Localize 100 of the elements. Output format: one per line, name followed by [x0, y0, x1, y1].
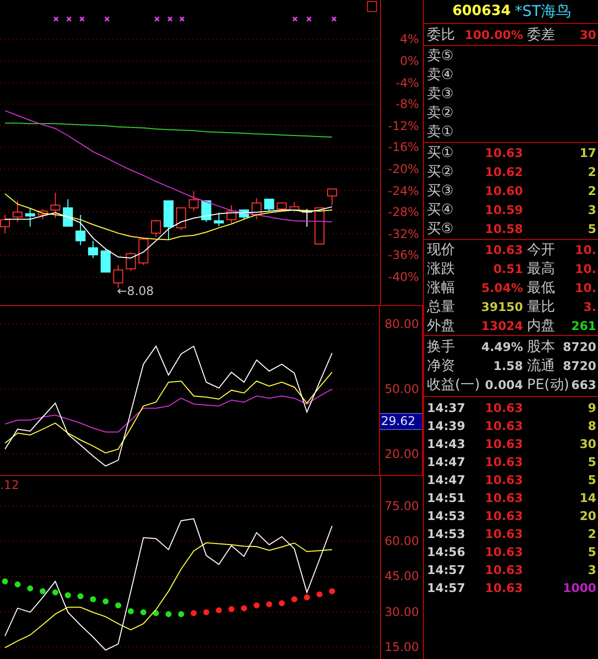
indicator-dot — [27, 585, 34, 592]
quote-value: 100.00% — [464, 28, 523, 40]
fundamental-value: 4.49% — [481, 341, 523, 353]
quote-label: 最高 — [527, 262, 555, 276]
stock-code: 600634 — [452, 2, 511, 21]
trade-volume: 1000 — [562, 582, 596, 594]
ask-level-label: 卖② — [427, 106, 454, 120]
signal-mark-icon — [331, 16, 337, 22]
trade-price: 10.63 — [485, 492, 523, 504]
axis-reading: 29.62 — [380, 413, 422, 430]
fundamental-label: 收益(一) — [427, 378, 480, 392]
candlestick — [126, 252, 136, 272]
trade-time: 14:39 — [427, 420, 466, 432]
bid-level-label: 买① — [427, 146, 454, 160]
indicator-dot — [52, 589, 58, 596]
bid-level-label: 买③ — [427, 184, 454, 198]
candlestick — [239, 210, 250, 220]
trade-volume: 3 — [588, 564, 596, 576]
candlestick — [12, 200, 23, 222]
quote-value: 10. — [575, 244, 596, 256]
trade-price: 10.63 — [485, 420, 523, 432]
axis-label: -16% — [388, 141, 419, 154]
fundamental-value: 0.004 — [485, 379, 523, 391]
indicator-dot — [152, 610, 159, 616]
candlestick — [201, 200, 212, 222]
trade-price: 10.63 — [485, 456, 523, 468]
quote-label: 今开 — [527, 242, 555, 256]
candlestick — [176, 207, 186, 230]
quote-value: 10.63 — [485, 244, 523, 256]
quote-label: 涨跌 — [427, 262, 455, 276]
signal-mark-icon — [167, 16, 173, 22]
trade-price: 10.63 — [485, 582, 523, 594]
indicator-dot — [241, 605, 248, 612]
axis-label: 45.00 — [384, 570, 419, 582]
trade-volume: 5 — [588, 474, 596, 486]
window-corner-icon — [367, 1, 377, 12]
indicator-dot — [64, 592, 71, 598]
quote-label: 最低 — [527, 280, 555, 294]
axis-label: -24% — [388, 184, 419, 197]
axis-label: 4% — [400, 33, 419, 46]
candlestick — [100, 248, 111, 273]
fundamental-label: 流通 — [527, 359, 555, 373]
fundamental-label: 换手 — [427, 340, 455, 354]
axis-label: 30.00 — [384, 606, 419, 618]
candlestick — [264, 198, 274, 212]
indicator-dot — [304, 594, 310, 600]
trade-volume: 2 — [588, 528, 596, 540]
signal-mark-icon — [66, 16, 72, 22]
quote-value: 13024 — [481, 320, 523, 332]
quote-value: 39150 — [481, 300, 523, 312]
fundamental-value: 8720 — [562, 360, 596, 372]
axis-label: -36% — [388, 249, 419, 262]
axis-label: -20% — [388, 162, 419, 175]
bid-level-label: 买④ — [427, 203, 454, 217]
axis-label: 80.00 — [384, 318, 419, 330]
indicator-dot — [128, 608, 134, 614]
trade-time: 14:53 — [427, 510, 466, 522]
trade-price: 10.63 — [485, 402, 523, 414]
trade-time: 14:56 — [427, 546, 466, 558]
trade-price: 10.63 — [485, 438, 523, 450]
trade-time: 14:53 — [427, 528, 466, 540]
trade-price: 10.63 — [485, 546, 523, 558]
indicator-dot — [115, 602, 122, 608]
candlestick — [188, 190, 199, 212]
trade-price: 10.63 — [485, 474, 523, 486]
bid-volume: 3 — [588, 204, 596, 216]
signal-mark-icon — [179, 16, 185, 22]
candlestick — [226, 204, 236, 224]
candlestick — [50, 192, 60, 219]
quote-label: 内盘 — [527, 318, 555, 332]
trade-time: 14:57 — [427, 564, 466, 576]
ask-level-label: 卖① — [427, 125, 454, 139]
candlestick — [138, 238, 148, 266]
signal-mark-icon — [104, 16, 110, 22]
trade-price: 10.63 — [485, 528, 523, 540]
indicator-dot — [140, 609, 146, 616]
axis-label: 15.00 — [384, 641, 419, 653]
axis-label: 0% — [400, 55, 419, 67]
bid-level-label: 买⑤ — [427, 222, 454, 236]
bid-price: 10.63 — [485, 147, 523, 159]
low-price-label: ←8.08 — [117, 285, 154, 297]
axis-label: -4% — [396, 76, 419, 89]
trade-volume: 14 — [580, 492, 596, 504]
trade-time: 14:37 — [427, 402, 466, 414]
trade-volume: 8 — [588, 420, 596, 432]
trade-time: 14:47 — [427, 474, 466, 486]
axis-label: -40% — [388, 270, 419, 283]
indicator-dot — [316, 591, 322, 598]
trade-price: 10.63 — [485, 564, 523, 576]
signal-mark-icon — [53, 16, 59, 22]
axis-label: 75.00 — [384, 500, 419, 512]
quote-value: 0.51 — [493, 262, 523, 274]
indicator-dot — [102, 598, 109, 604]
quote-value: 3. — [583, 300, 596, 312]
axis-label: -32% — [388, 228, 419, 240]
indicator-dot — [228, 606, 234, 612]
indicator-dot — [77, 593, 84, 600]
indicator-dot — [203, 609, 210, 616]
trade-volume: 5 — [588, 546, 596, 558]
bid-level-label: 买② — [427, 165, 454, 179]
